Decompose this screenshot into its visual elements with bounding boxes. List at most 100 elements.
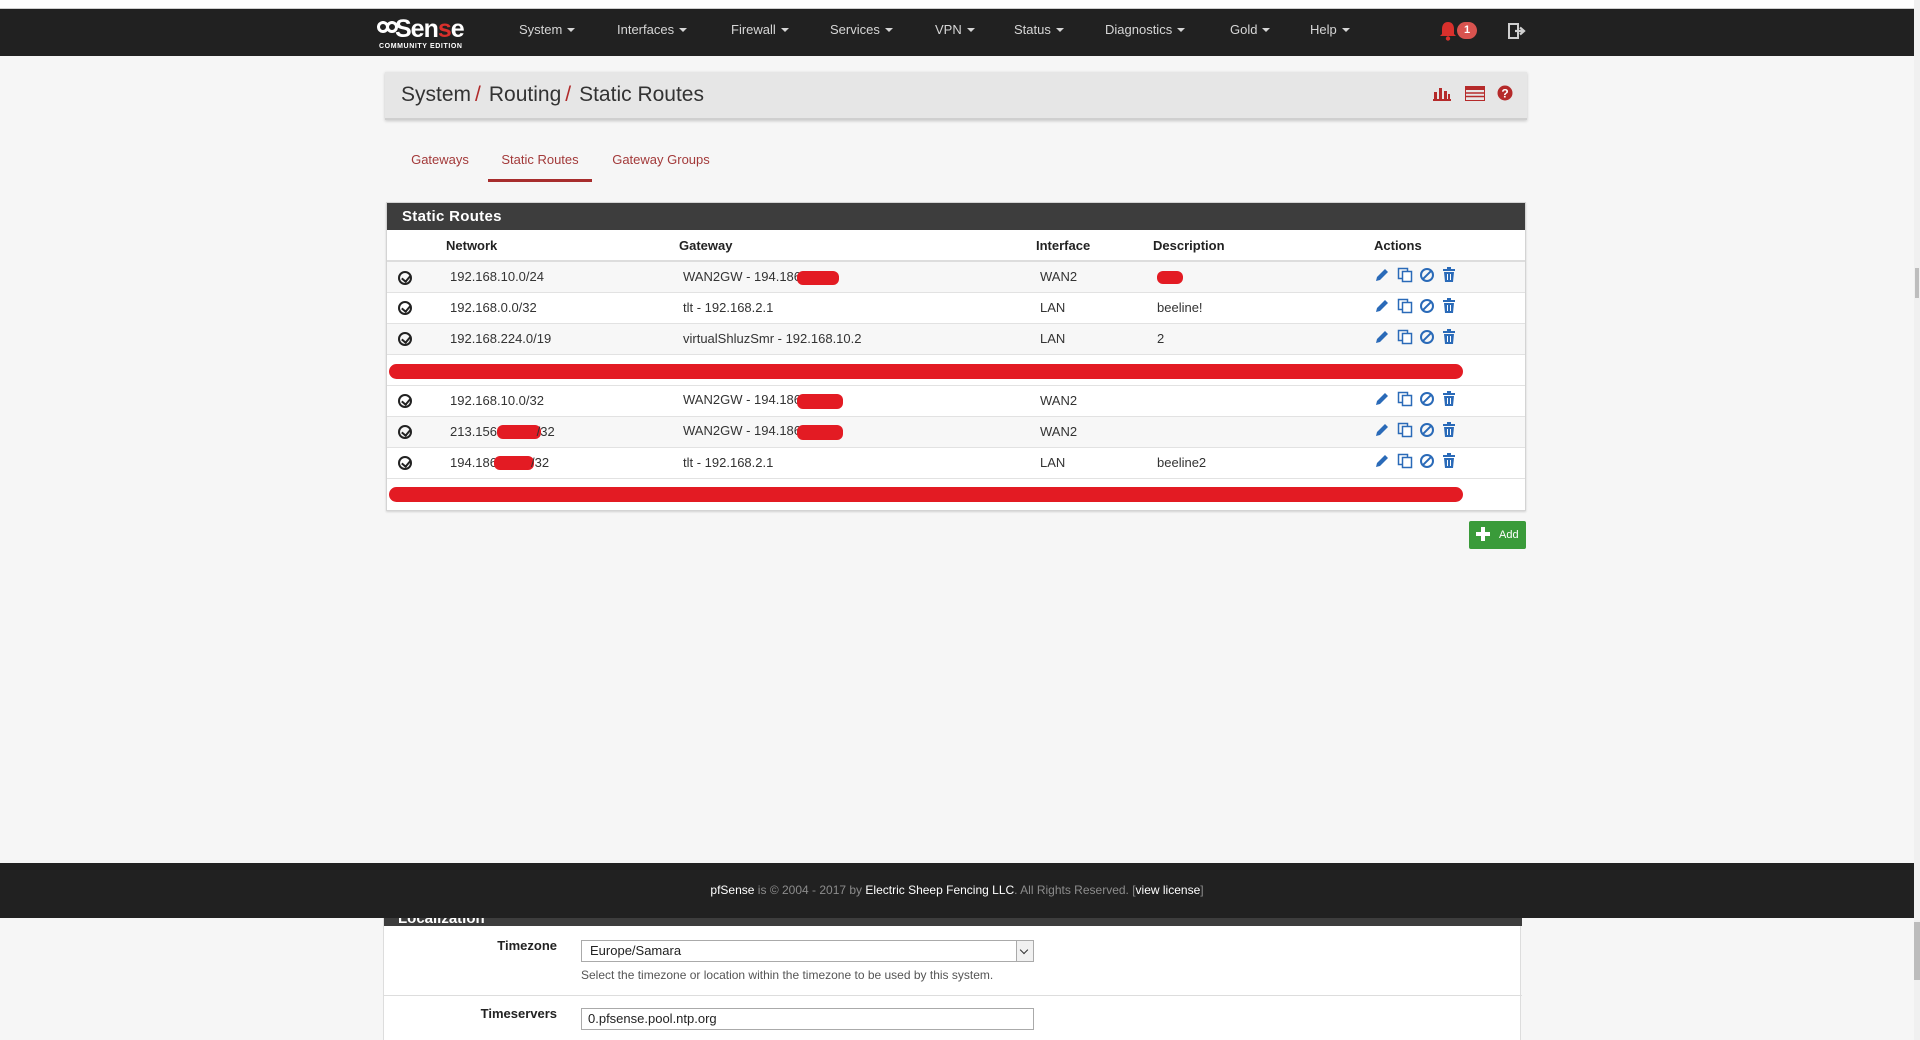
disable-icon[interactable] (1419, 391, 1435, 410)
route-gateway: tlt - 192.168.2.1 (677, 446, 1034, 478)
trash-icon[interactable] (1442, 298, 1456, 317)
disable-icon[interactable] (1419, 422, 1435, 441)
edit-pencil-icon[interactable] (1374, 267, 1390, 286)
timeservers-input[interactable]: 0.pfsense.pool.ntp.org (581, 1008, 1034, 1030)
caret-down-icon (679, 28, 688, 32)
localization-panel-heading: Localization (384, 918, 1522, 926)
add-route-button[interactable]: Add (1469, 521, 1526, 549)
edit-pencil-icon[interactable] (1374, 329, 1390, 348)
copy-icon[interactable] (1397, 453, 1413, 472)
plus-icon (1476, 527, 1490, 541)
redaction-mark (496, 425, 541, 440)
redacted-cell (387, 477, 1525, 509)
copy-icon[interactable] (1397, 391, 1413, 410)
caret-down-icon (780, 28, 789, 32)
enabled-check-icon (398, 394, 412, 409)
menu-vpn[interactable]: VPN (935, 9, 975, 56)
disable-icon[interactable] (1419, 329, 1435, 348)
trash-icon[interactable] (1442, 422, 1456, 441)
logout-icon[interactable] (1507, 21, 1527, 41)
route-actions (1373, 415, 1525, 447)
breadcrumb-system[interactable]: System (401, 83, 471, 106)
tab-gateway-groups[interactable]: Gateway Groups (607, 140, 715, 182)
edit-pencil-icon[interactable] (1374, 391, 1390, 410)
redaction-mark (797, 393, 844, 409)
footer-rights: . All Rights Reserved. [ (1014, 883, 1136, 897)
disable-icon[interactable] (1419, 453, 1435, 472)
redaction-mark (797, 270, 840, 285)
breadcrumb-separator: / (565, 83, 572, 106)
menu-firewall[interactable]: Firewall (731, 9, 789, 56)
copy-icon[interactable] (1397, 298, 1413, 317)
chart-icon[interactable] (1432, 85, 1452, 106)
footer-company-link[interactable]: Electric Sheep Fencing LLC (865, 883, 1014, 897)
header-actions: Actions (1373, 230, 1525, 262)
route-actions (1373, 260, 1525, 292)
chevron-down-icon (1016, 941, 1033, 961)
notification-badge[interactable]: 1 (1457, 22, 1477, 39)
timezone-label: Timezone (497, 938, 557, 953)
disable-icon[interactable] (1419, 267, 1435, 286)
help-icon[interactable]: ? (1497, 85, 1513, 106)
page-scrollbar[interactable] (1914, 0, 1920, 1040)
scrollbar-thumb[interactable] (1914, 922, 1920, 980)
timezone-select[interactable]: Europe/Samara (581, 940, 1034, 962)
panel-title: Static Routes (387, 203, 1525, 230)
pfsense-logo[interactable]: Sense COMMUNITY EDITION (377, 15, 489, 51)
footer-copyright: © 2004 - 2017 by (769, 883, 863, 897)
menu-gold[interactable]: Gold (1230, 9, 1271, 56)
menu-interfaces[interactable]: Interfaces (617, 9, 688, 56)
header-gateway[interactable]: Gateway (677, 230, 1034, 262)
menu-services[interactable]: Services (830, 9, 893, 56)
redaction-mark (494, 456, 534, 471)
redaction-mark (389, 486, 1463, 502)
route-network: 192.168.224.0/19 (444, 322, 677, 354)
trash-icon[interactable] (1442, 453, 1456, 472)
copy-icon[interactable] (1397, 267, 1413, 286)
header-network[interactable]: Network (444, 230, 677, 262)
route-network: 192.168.0.0/32 (444, 291, 677, 323)
trash-icon[interactable] (1442, 267, 1456, 286)
trash-icon[interactable] (1442, 329, 1456, 348)
menu-system[interactable]: System (519, 9, 576, 56)
breadcrumb-icons: ? (1424, 85, 1513, 107)
edit-pencil-icon[interactable] (1374, 453, 1390, 472)
breadcrumb-routing[interactable]: Routing (489, 83, 561, 106)
menu-status[interactable]: Status (1014, 9, 1064, 56)
logo-mark: Sense (377, 15, 465, 44)
timezone-row: Timezone Europe/Samara Select the timezo… (384, 926, 1522, 996)
table-row: 194.186/32 tlt - 192.168.2.1 LAN beeline… (387, 446, 1525, 478)
trash-icon[interactable] (1442, 391, 1456, 410)
copy-icon[interactable] (1397, 422, 1413, 441)
table-log-icon[interactable] (1464, 85, 1485, 106)
disable-icon[interactable] (1419, 298, 1435, 317)
bell-icon[interactable] (1437, 20, 1459, 42)
timeservers-row: Timeservers 0.pfsense.pool.ntp.org (384, 996, 1522, 1040)
enabled-check-icon (398, 270, 412, 285)
breadcrumb-bar: System / Routing / Static Routes ? (385, 72, 1527, 120)
scrollbar-mark (1915, 268, 1919, 298)
route-description (1151, 415, 1373, 447)
breadcrumb: System / Routing / Static Routes (401, 83, 704, 107)
edit-pencil-icon[interactable] (1374, 422, 1390, 441)
enabled-check-icon (398, 425, 412, 440)
redaction-mark (1157, 271, 1183, 285)
table-header-row: Network Gateway Interface Description Ac… (387, 230, 1525, 262)
menu-diagnostics[interactable]: Diagnostics (1105, 9, 1186, 56)
route-gateway: WAN2GW - 194.186 (677, 415, 1034, 447)
copy-icon[interactable] (1397, 329, 1413, 348)
edit-pencil-icon[interactable] (1374, 298, 1390, 317)
caret-down-icon (1055, 28, 1064, 32)
routes-table: Network Gateway Interface Description Ac… (387, 230, 1525, 509)
tab-gateways[interactable]: Gateways (405, 140, 475, 182)
route-actions (1373, 322, 1525, 354)
redacted-cell (387, 353, 1525, 385)
header-description[interactable]: Description (1151, 230, 1373, 262)
header-interface[interactable]: Interface (1034, 230, 1151, 262)
menu-help[interactable]: Help (1310, 9, 1350, 56)
tab-static-routes[interactable]: Static Routes (488, 140, 592, 182)
table-row: 192.168.0.0/32 tlt - 192.168.2.1 LAN bee… (387, 291, 1525, 323)
route-interface: WAN2 (1034, 384, 1151, 416)
caret-down-icon (1177, 28, 1186, 32)
view-license-link[interactable]: view license (1136, 883, 1201, 897)
